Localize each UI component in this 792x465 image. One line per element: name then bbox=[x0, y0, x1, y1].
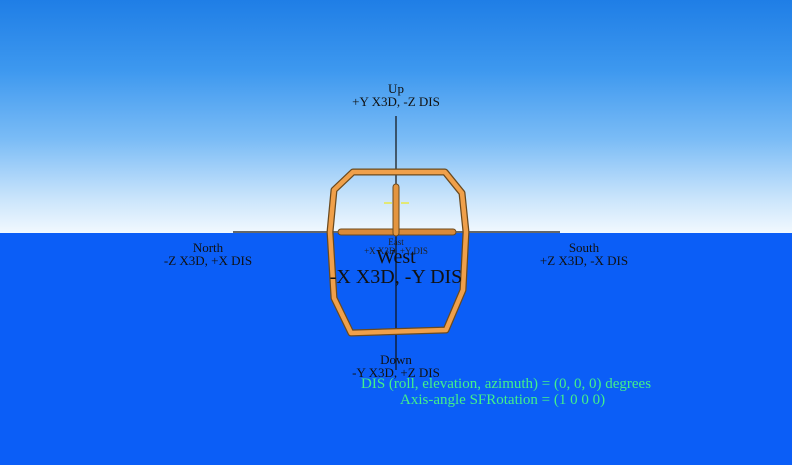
south-label: South +Z X3D, -X DIS bbox=[540, 241, 628, 267]
west-label: West -X X3D, -Y DIS bbox=[330, 247, 463, 287]
north-label-coords: -Z X3D, +X DIS bbox=[163, 253, 253, 268]
west-label-coords: -X X3D, -Y DIS bbox=[329, 266, 463, 288]
up-label: Up +Y X3D, -Z DIS bbox=[352, 82, 440, 108]
scene-geometry bbox=[233, 116, 560, 370]
west-label-name: West bbox=[376, 246, 416, 268]
south-label-coords: +Z X3D, -X DIS bbox=[539, 253, 629, 268]
model-vertical-post bbox=[392, 183, 400, 237]
north-label: North -Z X3D, +X DIS bbox=[164, 241, 252, 267]
up-label-coords: +Y X3D, -Z DIS bbox=[352, 94, 440, 109]
hud-orientation-text: DIS (roll, elevation, azimuth) = (0, 0, … bbox=[361, 376, 652, 392]
hud-rotation-text: Axis-angle SFRotation = (1 0 0 0) bbox=[400, 392, 606, 408]
x3d-viewport[interactable]: Up +Y X3D, -Z DIS North -Z X3D, +X DIS S… bbox=[0, 0, 792, 465]
